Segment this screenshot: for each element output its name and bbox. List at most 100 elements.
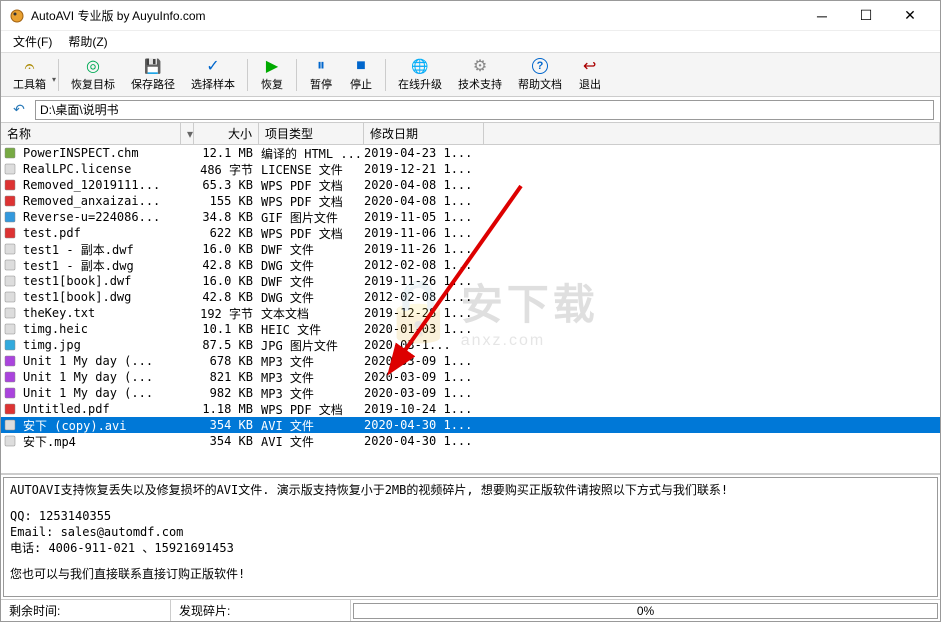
minimize-button[interactable]: ─ (800, 2, 844, 30)
file-name: Unit 1 My day (... (19, 370, 195, 384)
file-icon (3, 162, 17, 176)
file-icon (3, 242, 17, 256)
file-date: 2019-11-26 1... (360, 274, 480, 288)
file-row[interactable]: theKey.txt192 字节文本文档2019-12-28 1... (1, 305, 940, 321)
file-row[interactable]: Unit 1 My day (...678 KBMP3 文件2020-03-09… (1, 353, 940, 369)
file-date: 2020-03-09 1... (360, 354, 480, 368)
file-row[interactable]: Removed_12019111...65.3 KBWPS PDF 文档2020… (1, 177, 940, 193)
pause-button[interactable]: 暂停 (301, 55, 341, 94)
file-size: 622 KB (195, 226, 257, 240)
file-row[interactable]: test1 - 副本.dwf16.0 KBDWF 文件2019-11-26 1.… (1, 241, 940, 257)
file-size: 34.8 KB (195, 210, 257, 224)
file-size: 192 字节 (195, 305, 257, 322)
sort-indicator[interactable]: ▾ (181, 123, 194, 144)
tech-support-button[interactable]: 技术支持 (450, 55, 510, 94)
file-size: 678 KB (195, 354, 257, 368)
file-date: 2020-03-09 1... (360, 370, 480, 384)
info-panel: AUTOAVI支持恢复丢失以及修复损坏的AVI文件. 演示版支持恢复小于2MB的… (3, 477, 938, 597)
file-type: DWF 文件 (257, 241, 360, 258)
file-date: 2019-10-24 1... (360, 402, 480, 416)
file-type: HEIC 文件 (257, 321, 360, 338)
file-date: 2019-11-05 1... (360, 210, 480, 224)
stop-button[interactable]: 停止 (341, 55, 381, 94)
file-type: WPS PDF 文档 (257, 225, 360, 242)
file-icon (3, 354, 17, 368)
back-button[interactable]: ↶ (7, 100, 31, 120)
file-size: 16.0 KB (195, 242, 257, 256)
file-size: 16.0 KB (195, 274, 257, 288)
file-row[interactable]: Removed_anxaizai...155 KBWPS PDF 文档2020-… (1, 193, 940, 209)
file-icon (3, 178, 17, 192)
column-date[interactable]: 修改日期 (364, 123, 484, 144)
file-row[interactable]: Reverse-u=224086...34.8 KBGIF 图片文件2019-1… (1, 209, 940, 225)
file-row[interactable]: timg.heic10.1 KBHEIC 文件2020-01-03 1... (1, 321, 940, 337)
file-row[interactable]: test1[book].dwf16.0 KBDWF 文件2019-11-26 1… (1, 273, 940, 289)
file-row[interactable]: timg.jpg87.5 KBJPG 图片文件2020-03-1... (1, 337, 940, 353)
file-row[interactable]: Unit 1 My day (...982 KBMP3 文件2020-03-09… (1, 385, 940, 401)
column-type[interactable]: 项目类型 (259, 123, 364, 144)
status-bar: 剩余时间: 发现碎片: 0% (1, 599, 940, 621)
pause-icon (309, 57, 333, 75)
close-button[interactable]: ✕ (888, 2, 932, 30)
app-icon (9, 8, 25, 24)
save-path-button[interactable]: 保存路径 (123, 55, 183, 94)
file-name: theKey.txt (19, 306, 195, 320)
info-contact: 您也可以与我们直接联系直接订购正版软件! (10, 566, 931, 582)
toolbox-button[interactable]: 工具箱 ▾ (5, 55, 54, 94)
file-row[interactable]: test1[book].dwg42.8 KBDWG 文件2012-02-08 1… (1, 289, 940, 305)
file-date: 2020-04-30 1... (360, 418, 480, 432)
file-date: 2020-03-09 1... (360, 386, 480, 400)
column-name[interactable]: 名称 (1, 123, 181, 144)
recover-button[interactable]: 恢复 (252, 55, 292, 94)
info-description: AUTOAVI支持恢复丢失以及修复损坏的AVI文件. 演示版支持恢复小于2MB的… (10, 482, 931, 498)
file-name: PowerINSPECT.chm (19, 146, 195, 160)
file-type: DWG 文件 (257, 257, 360, 274)
help-doc-button[interactable]: 帮助文档 (510, 55, 570, 94)
column-size[interactable]: 大小 (194, 123, 259, 144)
file-name: test.pdf (19, 226, 195, 240)
menu-help[interactable]: 帮助(Z) (60, 31, 115, 52)
help-icon (528, 57, 552, 75)
file-type: AVI 文件 (257, 433, 360, 450)
select-sample-button[interactable]: 选择样本 (183, 55, 243, 94)
online-upgrade-button[interactable]: 在线升级 (390, 55, 450, 94)
file-row[interactable]: PowerINSPECT.chm12.1 MB编译的 HTML ...2019-… (1, 145, 940, 161)
status-remain: 剩余时间: (1, 600, 171, 621)
recover-target-button[interactable]: 恢复目标 (63, 55, 123, 94)
file-row[interactable]: Unit 1 My day (...821 KBMP3 文件2020-03-09… (1, 369, 940, 385)
file-date: 2012-02-08 1... (360, 258, 480, 272)
file-date: 2020-03-1... (360, 338, 480, 352)
file-size: 354 KB (195, 418, 257, 432)
path-input[interactable] (35, 100, 934, 120)
exit-icon (578, 57, 602, 75)
file-row[interactable]: test.pdf622 KBWPS PDF 文档2019-11-06 1... (1, 225, 940, 241)
file-date: 2020-01-03 1... (360, 322, 480, 336)
file-name: Untitled.pdf (19, 402, 195, 416)
list-body[interactable]: PowerINSPECT.chm12.1 MB编译的 HTML ...2019-… (1, 145, 940, 473)
file-name: timg.jpg (19, 338, 195, 352)
file-size: 10.1 KB (195, 322, 257, 336)
file-row[interactable]: test1 - 副本.dwg42.8 KBDWG 文件2012-02-08 1.… (1, 257, 940, 273)
file-name: 安下 (copy).avi (19, 417, 195, 434)
menu-bar: 文件(F) 帮助(Z) (1, 31, 940, 53)
file-row[interactable]: Untitled.pdf1.18 MBWPS PDF 文档2019-10-24 … (1, 401, 940, 417)
file-date: 2019-12-28 1... (360, 306, 480, 320)
file-name: test1 - 副本.dwf (19, 241, 195, 258)
file-row[interactable]: 安下.mp4354 KBAVI 文件2020-04-30 1... (1, 433, 940, 449)
file-date: 2019-12-21 1... (360, 162, 480, 176)
exit-button[interactable]: 退出 (570, 55, 610, 94)
file-type: 文本文档 (257, 305, 360, 322)
maximize-button[interactable]: ☐ (844, 2, 888, 30)
file-row[interactable]: 安下 (copy).avi354 KBAVI 文件2020-04-30 1... (1, 417, 940, 433)
file-name: RealLPC.license (19, 162, 195, 176)
status-fragments: 发现碎片: (171, 600, 351, 621)
check-icon (201, 57, 225, 75)
menu-file[interactable]: 文件(F) (5, 31, 60, 52)
info-phone: 电话: 4006-911-021 、15921691453 (10, 540, 931, 556)
file-row[interactable]: RealLPC.license486 字节LICENSE 文件2019-12-2… (1, 161, 940, 177)
file-icon (3, 290, 17, 304)
target-icon (81, 57, 105, 75)
file-date: 2019-11-26 1... (360, 242, 480, 256)
file-size: 65.3 KB (195, 178, 257, 192)
file-name: timg.heic (19, 322, 195, 336)
